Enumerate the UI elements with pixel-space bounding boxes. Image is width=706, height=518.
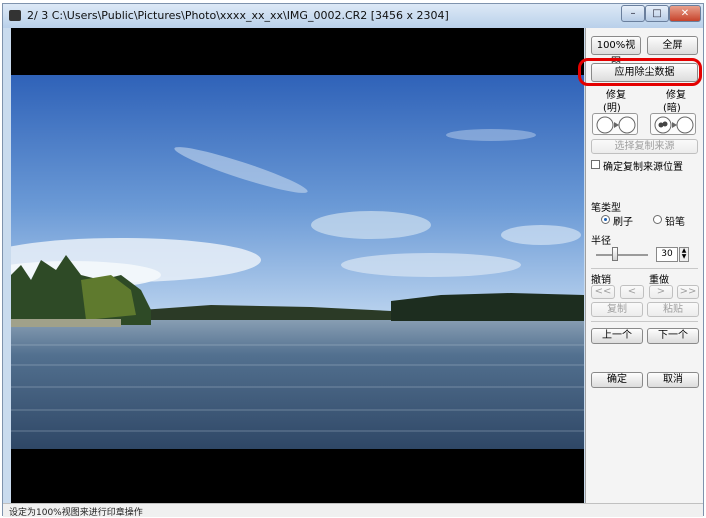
brush-radio[interactable] [601, 215, 610, 224]
radius-slider-track[interactable] [596, 254, 648, 256]
pencil-label: 铅笔 [665, 217, 685, 228]
window-title: 2/ 3 C:\Users\Public\Pictures\Photo\xxxx… [27, 9, 449, 22]
close-button[interactable]: ✕ [669, 5, 701, 22]
image-viewer[interactable] [11, 28, 584, 503]
confirm-copy-position-label: 确定复制来源位置 [603, 162, 683, 173]
repair-light-button[interactable] [592, 113, 638, 135]
minimize-button[interactable]: – [621, 5, 645, 22]
redo-label: 重做 [649, 275, 669, 286]
apply-dust-data-highlight [578, 58, 702, 86]
pencil-radio[interactable] [653, 215, 662, 224]
copy-button[interactable]: 复制 [591, 302, 643, 317]
fullscreen-button[interactable]: 全屏 [647, 36, 698, 55]
dust-panel: 100%视图 全屏 应用除尘数据 修复 (明) 修复 (暗) 选择复制来源 确定 [585, 28, 703, 503]
confirm-copy-position-checkbox[interactable] [591, 160, 600, 169]
status-bar: 设定为100%视图来进行印章操作 [3, 503, 703, 518]
brush-label: 刷子 [613, 217, 633, 228]
divider [591, 268, 698, 269]
ok-button[interactable]: 确定 [591, 372, 643, 388]
undo-button[interactable]: < [620, 285, 644, 299]
cancel-button[interactable]: 取消 [647, 372, 699, 388]
pen-type-label: 笔类型 [591, 203, 621, 214]
radius-spinner[interactable]: ▲ ▼ [679, 247, 689, 262]
paste-button[interactable]: 粘贴 [647, 302, 699, 317]
previous-image-button[interactable]: 上一个 [591, 328, 643, 344]
repair-dark-label-2: (暗) [663, 103, 681, 114]
redo-button[interactable]: > [649, 285, 673, 299]
title-bar: 2/ 3 C:\Users\Public\Pictures\Photo\xxxx… [3, 4, 703, 28]
repair-dark-button[interactable] [650, 113, 696, 135]
repair-dark-icon [654, 116, 694, 134]
undo-all-button[interactable]: << [591, 285, 615, 299]
radius-label: 半径 [591, 236, 611, 247]
repair-light-label-2: (明) [603, 103, 621, 114]
repair-light-icon [596, 116, 636, 134]
next-image-button[interactable]: 下一个 [647, 328, 699, 344]
radius-input[interactable]: 30 [656, 247, 678, 262]
redo-all-button[interactable]: >> [677, 285, 699, 299]
divider [591, 321, 698, 322]
app-window: 2/ 3 C:\Users\Public\Pictures\Photo\xxxx… [2, 3, 704, 518]
view-100-button[interactable]: 100%视图 [591, 36, 641, 68]
lake-photo [11, 75, 584, 449]
select-copy-source-button[interactable]: 选择复制来源 [591, 139, 698, 154]
camera-app-icon [9, 10, 21, 21]
maximize-button[interactable]: □ [645, 5, 669, 22]
status-text: 设定为100%视图来进行印章操作 [9, 508, 143, 518]
undo-label: 撤销 [591, 275, 611, 286]
radius-slider-thumb[interactable] [612, 247, 618, 261]
